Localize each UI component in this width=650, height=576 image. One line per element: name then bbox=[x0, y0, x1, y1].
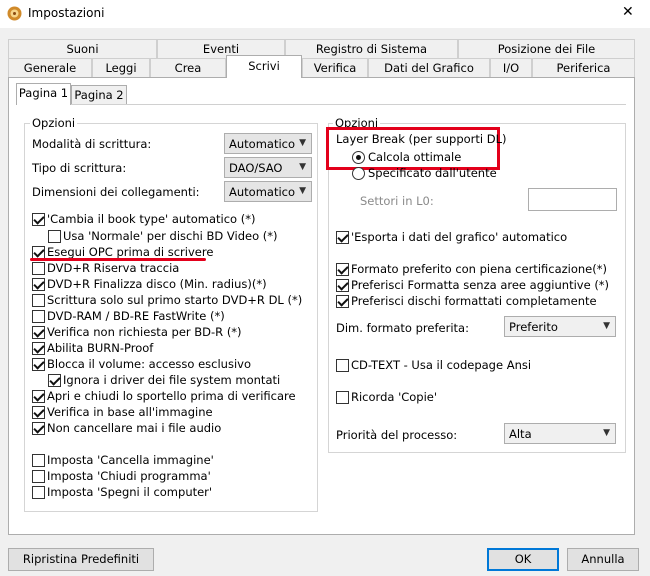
tab-registro[interactable]: Registro di Sistema bbox=[285, 39, 458, 58]
tab-suoni[interactable]: Suoni bbox=[8, 39, 157, 58]
checkbox-first-layer[interactable] bbox=[32, 294, 45, 307]
tab-verifica[interactable]: Verifica bbox=[302, 58, 368, 77]
checkbox-burnproof[interactable] bbox=[32, 342, 45, 355]
checkbox-lock-volume[interactable] bbox=[32, 358, 45, 371]
label-no-spare: Preferisci Formatta senza aree aggiuntiv… bbox=[351, 278, 610, 292]
sectors-label: Settori in L0: bbox=[360, 194, 434, 208]
checkbox-reserve-track[interactable] bbox=[32, 262, 45, 275]
priority-select[interactable]: Alta ▼ bbox=[504, 423, 616, 444]
label-delete-image: Imposta 'Cancella immagine' bbox=[47, 453, 214, 467]
priority-value: Alta bbox=[509, 427, 532, 441]
checkbox-change-booktype[interactable] bbox=[32, 213, 45, 226]
label-verify-image: Verifica in base all'immagine bbox=[47, 405, 213, 419]
label-keep-audio: Non cancellare mai i file audio bbox=[47, 421, 222, 435]
tab-generale[interactable]: Generale bbox=[8, 58, 92, 77]
label-ignore-drivers: Ignora i driver dei file system montati bbox=[63, 373, 281, 387]
priority-label: Priorità del processo: bbox=[336, 428, 458, 442]
window-title: Impostazioni bbox=[28, 6, 105, 20]
format-size-value: Preferito bbox=[509, 320, 558, 334]
reset-defaults-button[interactable]: Ripristina Predefiniti bbox=[8, 548, 154, 571]
checkbox-ignore-drivers[interactable] bbox=[48, 374, 61, 387]
tab-posizione-file[interactable]: Posizione dei File bbox=[458, 39, 635, 58]
subtab-pagina-2[interactable]: Pagina 2 bbox=[71, 85, 127, 105]
label-reserve-track: DVD+R Riserva traccia bbox=[47, 261, 180, 275]
tab-io[interactable]: I/O bbox=[490, 58, 532, 77]
chevron-down-icon: ▼ bbox=[603, 428, 610, 438]
checkbox-verify-bdr[interactable] bbox=[32, 326, 45, 339]
write-mode-value: Automatico bbox=[229, 137, 296, 151]
chevron-down-icon: ▼ bbox=[299, 138, 306, 148]
format-size-label: Dim. formato preferita: bbox=[336, 321, 469, 335]
write-mode-label: Modalità di scrittura: bbox=[32, 137, 152, 151]
checkbox-fully-formatted[interactable] bbox=[336, 295, 349, 308]
label-verify-bdr: Verifica non richiesta per BD-R (*) bbox=[47, 325, 242, 339]
checkbox-cdtext[interactable] bbox=[336, 359, 349, 372]
label-user-specified: Specificato dall'utente bbox=[368, 166, 497, 180]
left-group-title: Opzioni bbox=[30, 116, 78, 130]
checkbox-fastwrite[interactable] bbox=[32, 310, 45, 323]
label-finalize: DVD+R Finalizza disco (Min. radius)(*) bbox=[47, 277, 267, 291]
checkbox-shutdown[interactable] bbox=[32, 486, 45, 499]
tab-dati-grafico[interactable]: Dati del Grafico bbox=[368, 58, 490, 77]
close-icon[interactable]: ✕ bbox=[622, 4, 634, 20]
chevron-down-icon: ▼ bbox=[299, 162, 306, 172]
checkbox-verify-image[interactable] bbox=[32, 406, 45, 419]
label-first-layer: Scrittura solo sul primo starto DVD+R DL… bbox=[47, 293, 303, 307]
label-full-cert: Formato preferito con piena certificazio… bbox=[351, 262, 607, 276]
label-close-program: Imposta 'Chiudi programma' bbox=[47, 469, 211, 483]
checkbox-export-graph[interactable] bbox=[336, 231, 349, 244]
tab-leggi[interactable]: Leggi bbox=[92, 58, 150, 77]
ok-button[interactable]: OK bbox=[487, 548, 559, 571]
checkbox-delete-image[interactable] bbox=[32, 454, 45, 467]
label-open-close-tray: Apri e chiudi lo sportello prima di veri… bbox=[47, 389, 296, 403]
checkbox-keep-audio[interactable] bbox=[32, 422, 45, 435]
label-optimal: Calcola ottimale bbox=[368, 150, 462, 164]
layer-break-label: Layer Break (per supporti DL) bbox=[336, 132, 507, 146]
link-size-select[interactable]: Automatico ▼ bbox=[224, 181, 312, 202]
write-type-value: DAO/SAO bbox=[229, 161, 283, 175]
checkbox-full-cert[interactable] bbox=[336, 263, 349, 276]
checkbox-normal-bd-video[interactable] bbox=[48, 230, 61, 243]
link-size-label: Dimensioni dei collegamenti: bbox=[32, 185, 200, 199]
chevron-down-icon: ▼ bbox=[299, 186, 306, 196]
chevron-down-icon: ▼ bbox=[603, 321, 610, 331]
link-size-value: Automatico bbox=[229, 185, 296, 199]
label-change-booktype: 'Cambia il book type' automatico (*) bbox=[47, 212, 256, 226]
tab-crea[interactable]: Crea bbox=[150, 58, 226, 77]
label-fully-formatted: Preferisci dischi formattati completamen… bbox=[351, 294, 597, 308]
label-fastwrite: DVD-RAM / BD-RE FastWrite (*) bbox=[47, 309, 225, 323]
label-remember-copies: Ricorda 'Copie' bbox=[351, 390, 438, 404]
format-size-select[interactable]: Preferito ▼ bbox=[504, 316, 616, 337]
write-mode-select[interactable]: Automatico ▼ bbox=[224, 133, 312, 154]
label-normal-bd-video: Usa 'Normale' per dischi BD Video (*) bbox=[63, 229, 278, 243]
tab-periferica[interactable]: Periferica bbox=[532, 58, 635, 77]
checkbox-finalize[interactable] bbox=[32, 278, 45, 291]
label-shutdown: Imposta 'Spegni il computer' bbox=[47, 485, 213, 499]
subpanel-divider bbox=[18, 104, 626, 105]
checkbox-close-program[interactable] bbox=[32, 470, 45, 483]
tab-scrivi[interactable]: Scrivi bbox=[226, 55, 302, 78]
title-bar: Impostazioni ✕ bbox=[0, 0, 650, 28]
label-lock-volume: Blocca il volume: accesso esclusivo bbox=[47, 357, 251, 371]
checkbox-no-spare[interactable] bbox=[336, 279, 349, 292]
label-export-graph: 'Esporta i dati del grafico' automatico bbox=[351, 230, 568, 244]
sectors-input[interactable] bbox=[528, 188, 617, 211]
write-type-label: Tipo di scrittura: bbox=[32, 161, 127, 175]
radio-user-specified[interactable] bbox=[352, 167, 365, 180]
checkbox-open-close-tray[interactable] bbox=[32, 390, 45, 403]
radio-optimal[interactable] bbox=[352, 151, 365, 164]
app-icon bbox=[7, 6, 22, 21]
write-type-select[interactable]: DAO/SAO ▼ bbox=[224, 157, 312, 178]
label-opc: Esegui OPC prima di scrivere bbox=[47, 245, 214, 259]
checkbox-remember-copies[interactable] bbox=[336, 391, 349, 404]
cancel-button[interactable]: Annulla bbox=[567, 548, 639, 571]
label-burnproof: Abilita BURN-Proof bbox=[47, 341, 154, 355]
subtab-pagina-1[interactable]: Pagina 1 bbox=[16, 83, 71, 105]
label-cdtext: CD-TEXT - Usa il codepage Ansi bbox=[351, 358, 532, 372]
